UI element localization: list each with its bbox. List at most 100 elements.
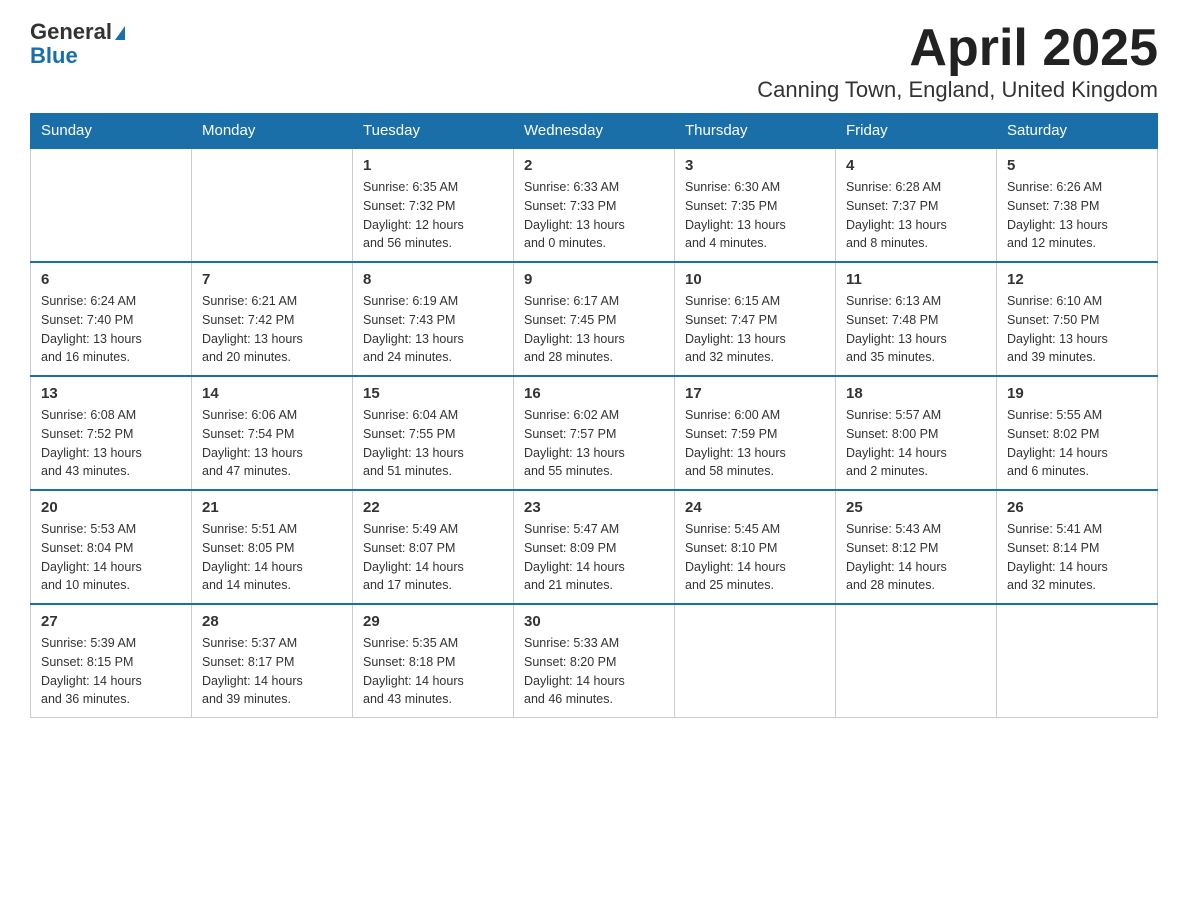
logo-blue-text: Blue [30, 44, 125, 68]
day-header-tuesday: Tuesday [353, 114, 514, 149]
day-number: 18 [846, 385, 986, 402]
calendar-cell: 28 Sunrise: 5:37 AM Sunset: 8:17 PM Dayli… [192, 604, 353, 718]
calendar-cell: 6 Sunrise: 6:24 AM Sunset: 7:40 PM Daylig… [31, 262, 192, 376]
calendar-cell: 3Sunrise: 6:30 AM Sunset: 7:35 PM Daylig… [675, 148, 836, 262]
day-info: Sunrise: 5:53 AM Sunset: 8:04 PM Dayligh… [41, 520, 181, 595]
calendar-cell [31, 148, 192, 262]
day-number: 13 [41, 385, 181, 402]
day-number: 2 [524, 157, 664, 174]
day-number: 20 [41, 499, 181, 516]
day-number: 8 [363, 271, 503, 288]
day-number: 7 [202, 271, 342, 288]
calendar-cell: 1 Sunrise: 6:35 AM Sunset: 7:32 PM Daylig… [353, 148, 514, 262]
day-number: 19 [1007, 385, 1147, 402]
calendar-cell [675, 604, 836, 718]
calendar-cell: 20 Sunrise: 5:53 AM Sunset: 8:04 PM Dayli… [31, 490, 192, 604]
week-row-1: 1 Sunrise: 6:35 AM Sunset: 7:32 PM Daylig… [31, 148, 1158, 262]
day-info: Sunrise: 5:45 AM Sunset: 8:10 PM Dayligh… [685, 520, 825, 595]
day-info: Sunrise: 5:33 AM Sunset: 8:20 PM Dayligh… [524, 634, 664, 709]
day-info: Sunrise: 6:04 AM Sunset: 7:55 PM Dayligh… [363, 406, 503, 481]
day-number: 14 [202, 385, 342, 402]
calendar-cell: 24 Sunrise: 5:45 AM Sunset: 8:10 PM Dayli… [675, 490, 836, 604]
day-header-friday: Friday [836, 114, 997, 149]
calendar-cell: 29 Sunrise: 5:35 AM Sunset: 8:18 PM Dayli… [353, 604, 514, 718]
day-header-sunday: Sunday [31, 114, 192, 149]
day-number: 15 [363, 385, 503, 402]
week-row-3: 13 Sunrise: 6:08 AM Sunset: 7:52 PM Dayli… [31, 376, 1158, 490]
calendar-cell: 21Sunrise: 5:51 AM Sunset: 8:05 PM Dayli… [192, 490, 353, 604]
week-row-4: 20 Sunrise: 5:53 AM Sunset: 8:04 PM Dayli… [31, 490, 1158, 604]
calendar-cell: 9 Sunrise: 6:17 AM Sunset: 7:45 PM Daylig… [514, 262, 675, 376]
page-header: General Blue April 2025 Canning Town, En… [30, 20, 1158, 103]
page-title: April 2025 [757, 20, 1158, 77]
day-info: Sunrise: 6:35 AM Sunset: 7:32 PM Dayligh… [363, 178, 503, 253]
day-info: Sunrise: 5:41 AM Sunset: 8:14 PM Dayligh… [1007, 520, 1147, 595]
day-number: 25 [846, 499, 986, 516]
calendar-cell: 2 Sunrise: 6:33 AM Sunset: 7:33 PM Daylig… [514, 148, 675, 262]
calendar-cell: 17 Sunrise: 6:00 AM Sunset: 7:59 PM Dayli… [675, 376, 836, 490]
calendar-cell [192, 148, 353, 262]
calendar-cell: 22Sunrise: 5:49 AM Sunset: 8:07 PM Dayli… [353, 490, 514, 604]
day-number: 28 [202, 613, 342, 630]
day-info: Sunrise: 6:21 AM Sunset: 7:42 PM Dayligh… [202, 292, 342, 367]
day-number: 26 [1007, 499, 1147, 516]
day-number: 29 [363, 613, 503, 630]
day-info: Sunrise: 5:57 AM Sunset: 8:00 PM Dayligh… [846, 406, 986, 481]
calendar-cell: 13 Sunrise: 6:08 AM Sunset: 7:52 PM Dayli… [31, 376, 192, 490]
calendar-cell: 25Sunrise: 5:43 AM Sunset: 8:12 PM Dayli… [836, 490, 997, 604]
day-header-wednesday: Wednesday [514, 114, 675, 149]
calendar-cell: 14 Sunrise: 6:06 AM Sunset: 7:54 PM Dayli… [192, 376, 353, 490]
day-info: Sunrise: 5:35 AM Sunset: 8:18 PM Dayligh… [363, 634, 503, 709]
calendar-cell: 15 Sunrise: 6:04 AM Sunset: 7:55 PM Dayli… [353, 376, 514, 490]
day-number: 4 [846, 157, 986, 174]
calendar-cell: 8 Sunrise: 6:19 AM Sunset: 7:43 PM Daylig… [353, 262, 514, 376]
logo-triangle-icon [115, 26, 125, 40]
calendar-cell [836, 604, 997, 718]
calendar-body: 1 Sunrise: 6:35 AM Sunset: 7:32 PM Daylig… [31, 148, 1158, 718]
day-info: Sunrise: 5:39 AM Sunset: 8:15 PM Dayligh… [41, 634, 181, 709]
day-number: 23 [524, 499, 664, 516]
day-header-monday: Monday [192, 114, 353, 149]
day-info: Sunrise: 5:37 AM Sunset: 8:17 PM Dayligh… [202, 634, 342, 709]
calendar-cell: 5Sunrise: 6:26 AM Sunset: 7:38 PM Daylig… [997, 148, 1158, 262]
day-number: 1 [363, 157, 503, 174]
day-info: Sunrise: 6:00 AM Sunset: 7:59 PM Dayligh… [685, 406, 825, 481]
day-info: Sunrise: 6:24 AM Sunset: 7:40 PM Dayligh… [41, 292, 181, 367]
calendar-cell: 19 Sunrise: 5:55 AM Sunset: 8:02 PM Dayli… [997, 376, 1158, 490]
calendar-cell [997, 604, 1158, 718]
day-info: Sunrise: 6:28 AM Sunset: 7:37 PM Dayligh… [846, 178, 986, 253]
day-info: Sunrise: 6:17 AM Sunset: 7:45 PM Dayligh… [524, 292, 664, 367]
day-info: Sunrise: 5:51 AM Sunset: 8:05 PM Dayligh… [202, 520, 342, 595]
day-info: Sunrise: 6:33 AM Sunset: 7:33 PM Dayligh… [524, 178, 664, 253]
calendar-header: SundayMondayTuesdayWednesdayThursdayFrid… [31, 114, 1158, 149]
day-number: 24 [685, 499, 825, 516]
day-info: Sunrise: 6:19 AM Sunset: 7:43 PM Dayligh… [363, 292, 503, 367]
calendar-cell: 18 Sunrise: 5:57 AM Sunset: 8:00 PM Dayli… [836, 376, 997, 490]
day-info: Sunrise: 6:10 AM Sunset: 7:50 PM Dayligh… [1007, 292, 1147, 367]
page-subtitle: Canning Town, England, United Kingdom [757, 77, 1158, 103]
day-info: Sunrise: 6:15 AM Sunset: 7:47 PM Dayligh… [685, 292, 825, 367]
day-number: 27 [41, 613, 181, 630]
day-header-saturday: Saturday [997, 114, 1158, 149]
day-info: Sunrise: 6:26 AM Sunset: 7:38 PM Dayligh… [1007, 178, 1147, 253]
days-of-week-row: SundayMondayTuesdayWednesdayThursdayFrid… [31, 114, 1158, 149]
day-number: 9 [524, 271, 664, 288]
day-info: Sunrise: 6:30 AM Sunset: 7:35 PM Dayligh… [685, 178, 825, 253]
calendar-cell: 4 Sunrise: 6:28 AM Sunset: 7:37 PM Daylig… [836, 148, 997, 262]
day-header-thursday: Thursday [675, 114, 836, 149]
calendar-cell: 23 Sunrise: 5:47 AM Sunset: 8:09 PM Dayli… [514, 490, 675, 604]
day-info: Sunrise: 6:02 AM Sunset: 7:57 PM Dayligh… [524, 406, 664, 481]
day-number: 16 [524, 385, 664, 402]
day-number: 6 [41, 271, 181, 288]
day-number: 10 [685, 271, 825, 288]
day-info: Sunrise: 5:55 AM Sunset: 8:02 PM Dayligh… [1007, 406, 1147, 481]
calendar-cell: 12Sunrise: 6:10 AM Sunset: 7:50 PM Dayli… [997, 262, 1158, 376]
day-number: 17 [685, 385, 825, 402]
week-row-2: 6 Sunrise: 6:24 AM Sunset: 7:40 PM Daylig… [31, 262, 1158, 376]
day-number: 22 [363, 499, 503, 516]
day-number: 11 [846, 271, 986, 288]
calendar-table: SundayMondayTuesdayWednesdayThursdayFrid… [30, 113, 1158, 718]
day-info: Sunrise: 6:08 AM Sunset: 7:52 PM Dayligh… [41, 406, 181, 481]
day-info: Sunrise: 6:06 AM Sunset: 7:54 PM Dayligh… [202, 406, 342, 481]
day-info: Sunrise: 5:47 AM Sunset: 8:09 PM Dayligh… [524, 520, 664, 595]
